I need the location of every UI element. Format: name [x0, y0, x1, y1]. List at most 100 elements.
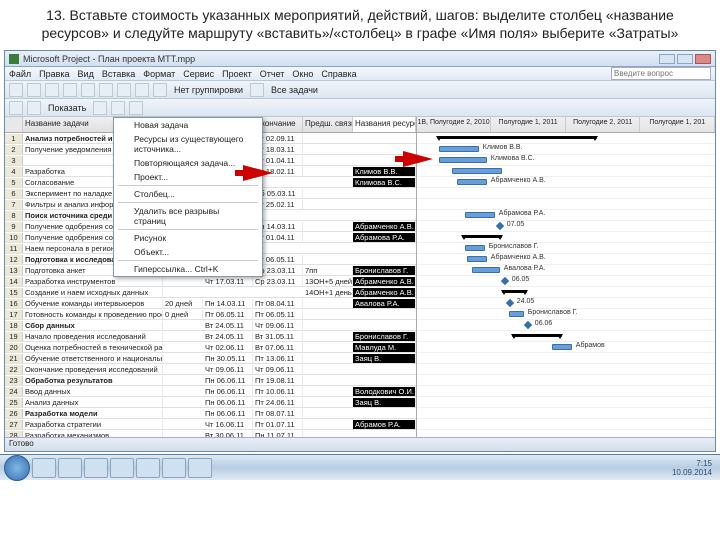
- cell-start[interactable]: Пн 06.06.11: [203, 409, 253, 418]
- cell-task[interactable]: Начало проведения исследований: [23, 332, 163, 341]
- cell-res[interactable]: Абрамченко А.В.: [353, 222, 416, 231]
- table-row[interactable]: 15Создание и наем исходных данных 14ОН+1 …: [5, 287, 416, 298]
- cell-start[interactable]: Чт 02.06.11: [203, 343, 253, 352]
- cell-task[interactable]: Оценка потребностей в технической работе: [23, 343, 163, 352]
- cell-end[interactable]: Пт 10.06.11: [253, 387, 303, 396]
- cell-start[interactable]: Чт 09.06.11: [203, 365, 253, 374]
- cell-link[interactable]: 14ОН+1 день: [303, 288, 353, 297]
- cell-task[interactable]: Обучение команды интервьюеров: [23, 299, 163, 308]
- cell-res[interactable]: Абрамченко А.В.: [353, 277, 416, 286]
- cell-num[interactable]: 28: [5, 431, 23, 438]
- cell-res[interactable]: Абрамченко А.В.: [353, 288, 416, 297]
- table-row[interactable]: 23Обработка результатовПн 06.06.11Пт 19.…: [5, 375, 416, 386]
- cell-start[interactable]: Чт 17.03.11: [203, 277, 253, 286]
- gantt-bar[interactable]: [552, 344, 572, 350]
- taskbar-item[interactable]: [110, 458, 134, 478]
- cell-task[interactable]: Сбор данных: [23, 321, 163, 330]
- table-row[interactable]: 21Обучение ответственного и национальног…: [5, 353, 416, 364]
- gantt-milestone[interactable]: [501, 277, 509, 285]
- cell-num[interactable]: 14: [5, 277, 23, 286]
- menu-view[interactable]: Вид: [78, 69, 94, 79]
- gantt-bar[interactable]: [452, 168, 502, 174]
- cell-start[interactable]: Пн 06.06.11: [203, 387, 253, 396]
- cell-res[interactable]: Мавлуда М.: [353, 343, 416, 352]
- cell-task[interactable]: Создание и наем исходных данных: [23, 288, 163, 297]
- cell-num[interactable]: 11: [5, 244, 23, 253]
- cell-num[interactable]: 22: [5, 365, 23, 374]
- cell-res[interactable]: Климов В.В.: [353, 167, 416, 176]
- table-row[interactable]: 22Окончание проведения исследований Чт 09…: [5, 364, 416, 375]
- cell-num[interactable]: 19: [5, 332, 23, 341]
- cell-num[interactable]: 7: [5, 200, 23, 209]
- gantt-bar[interactable]: [462, 235, 502, 238]
- new-icon[interactable]: [9, 83, 23, 97]
- start-button[interactable]: [4, 455, 30, 481]
- cell-num[interactable]: 25: [5, 398, 23, 407]
- gantt-bar[interactable]: [439, 157, 487, 163]
- gantt-bar[interactable]: [509, 311, 524, 317]
- indent-icon[interactable]: [27, 101, 41, 115]
- col-resources[interactable]: Названия ресурсов: [353, 117, 416, 132]
- cell-task[interactable]: Готовность команды к проведению проекта: [23, 310, 163, 319]
- italic-icon[interactable]: [111, 101, 125, 115]
- cell-res[interactable]: Авалова Р.А.: [353, 299, 416, 308]
- cell-num[interactable]: 4: [5, 167, 23, 176]
- cell-num[interactable]: 18: [5, 321, 23, 330]
- paste-icon[interactable]: [117, 83, 131, 97]
- cell-task[interactable]: Разработка механизмов: [23, 431, 163, 438]
- menu-item[interactable]: Новая задача: [114, 118, 262, 132]
- menu-item[interactable]: Объект...: [114, 245, 262, 259]
- table-row[interactable]: 18Сбор данныхВт 24.05.11Чт 09.06.11: [5, 320, 416, 331]
- bold-icon[interactable]: [93, 101, 107, 115]
- close-button[interactable]: [695, 54, 711, 64]
- cell-num[interactable]: 2: [5, 145, 23, 154]
- menu-report[interactable]: Отчет: [260, 69, 285, 79]
- view-label[interactable]: Все задачи: [268, 85, 321, 95]
- gantt-milestone[interactable]: [524, 321, 532, 329]
- taskbar-item[interactable]: [188, 458, 212, 478]
- gantt-bar[interactable]: [467, 256, 487, 262]
- outdent-icon[interactable]: [9, 101, 23, 115]
- cut-icon[interactable]: [81, 83, 95, 97]
- gantt-milestone[interactable]: [506, 299, 514, 307]
- cell-start[interactable]: Вт 30.06.11: [203, 431, 253, 438]
- cell-start[interactable]: Пн 14.03.11: [203, 299, 253, 308]
- cell-task[interactable]: Окончание проведения исследований: [23, 365, 163, 374]
- group-label[interactable]: Нет группировки: [171, 85, 246, 95]
- cell-link[interactable]: 7пп: [303, 266, 353, 275]
- cell-end[interactable]: Чт 09.06.11: [253, 365, 303, 374]
- menu-item[interactable]: Рисунок: [114, 231, 262, 245]
- table-row[interactable]: 27Разработка стратегииЧт 16.06.11Пт 01.0…: [5, 419, 416, 430]
- cell-end[interactable]: Чт 09.06.11: [253, 321, 303, 330]
- menu-item[interactable]: Столбец...: [114, 187, 262, 201]
- menu-format[interactable]: Формат: [143, 69, 175, 79]
- cell-start[interactable]: Пн 06.06.11: [203, 376, 253, 385]
- cell-task[interactable]: Обработка результатов: [23, 376, 163, 385]
- gantt-bar[interactable]: [439, 146, 479, 152]
- maximize-button[interactable]: [677, 54, 693, 64]
- show-label[interactable]: Показать: [45, 103, 89, 113]
- filter-icon[interactable]: [250, 83, 264, 97]
- table-row[interactable]: 24Ввод данныхПн 06.06.11Пт 10.06.11Волод…: [5, 386, 416, 397]
- table-row[interactable]: 14Разработка инструментовЧт 17.03.11Ср 2…: [5, 276, 416, 287]
- cell-num[interactable]: 16: [5, 299, 23, 308]
- col-rownum[interactable]: [5, 117, 23, 132]
- minimize-button[interactable]: [659, 54, 675, 64]
- menu-item[interactable]: Ресурсы из существующего источника...: [114, 132, 262, 156]
- cell-task[interactable]: Обучение ответственного и национального …: [23, 354, 163, 363]
- gantt-bar[interactable]: [457, 179, 487, 185]
- cell-task[interactable]: Разработка модели: [23, 409, 163, 418]
- cell-start[interactable]: Пн 30.05.11: [203, 354, 253, 363]
- cell-link[interactable]: 13ОН+5 дней: [303, 277, 353, 286]
- cell-num[interactable]: 20: [5, 343, 23, 352]
- cell-num[interactable]: 27: [5, 420, 23, 429]
- cell-end[interactable]: Пт 08.07.11: [253, 409, 303, 418]
- col-pred[interactable]: Предш. связи: [303, 117, 353, 132]
- cell-num[interactable]: 26: [5, 409, 23, 418]
- cell-num[interactable]: 15: [5, 288, 23, 297]
- link-icon[interactable]: [153, 83, 167, 97]
- cell-end[interactable]: Вт 07.06.11: [253, 343, 303, 352]
- menu-help[interactable]: Справка: [321, 69, 356, 79]
- cell-num[interactable]: 1: [5, 134, 23, 143]
- taskbar-item[interactable]: [162, 458, 186, 478]
